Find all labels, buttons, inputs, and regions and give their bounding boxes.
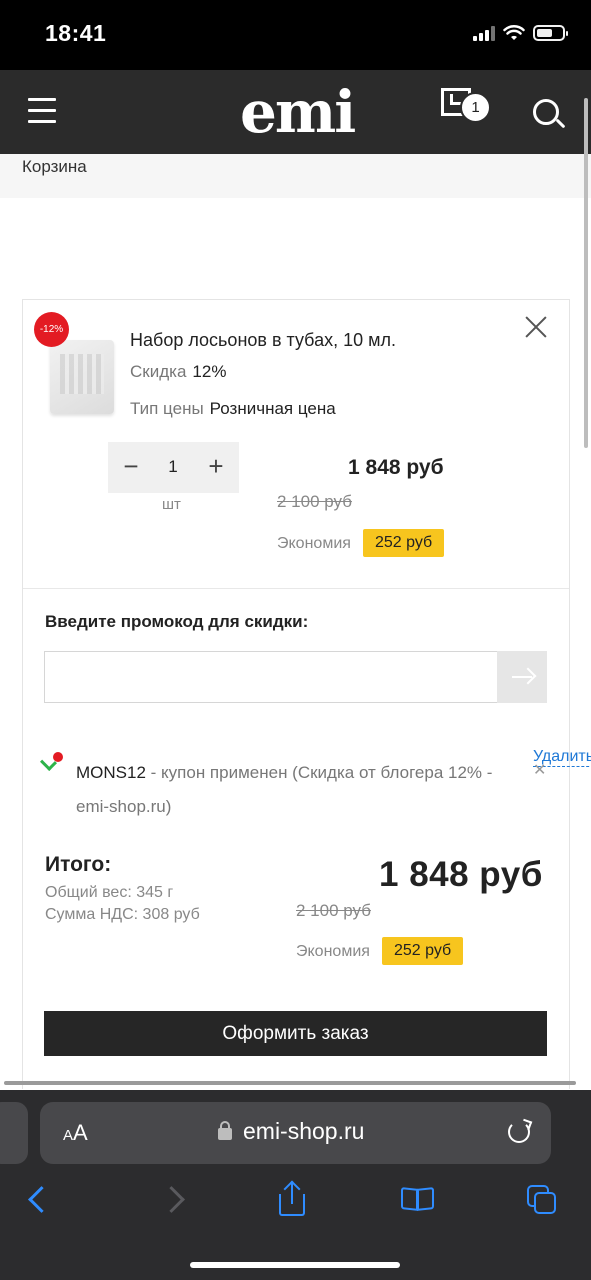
promo-label: Введите промокод для скидки:: [45, 612, 309, 631]
item-price: 1 848 руб: [348, 456, 444, 479]
item-savings-label: Экономия: [277, 535, 351, 552]
price-type-row: Тип цены Розничная цена: [130, 399, 336, 419]
remove-item-close-icon[interactable]: [524, 315, 548, 339]
breadcrumb-bar: [0, 154, 591, 198]
quantity-unit: шт: [162, 496, 181, 513]
discount-row: Скидка 12%: [130, 362, 226, 382]
forward-icon[interactable]: [158, 1182, 194, 1218]
bookmarks-icon[interactable]: [400, 1182, 436, 1218]
search-icon[interactable]: [533, 99, 559, 125]
url-text[interactable]: emi-shop.ru: [243, 1118, 364, 1145]
item-old-price: 2 100 руб: [277, 492, 352, 511]
battery-icon: [533, 25, 568, 41]
reader-aa-button[interactable]: AA: [63, 1120, 88, 1146]
coupon-applied-icon: [43, 752, 65, 768]
cellular-signal-icon: [473, 25, 495, 41]
cart-count-badge[interactable]: 1: [460, 92, 491, 123]
total-price: 1 848 руб: [379, 855, 543, 894]
reload-icon[interactable]: [508, 1121, 530, 1143]
total-old-price: 2 100 руб: [296, 901, 371, 920]
status-bar: 18:41: [0, 0, 591, 70]
total-label: Итого:: [45, 853, 112, 876]
site-header: emi: [0, 70, 591, 154]
quantity-minus-button[interactable]: −: [120, 451, 142, 481]
quantity-plus-button[interactable]: +: [205, 451, 227, 481]
status-time: 18:41: [45, 20, 107, 46]
price-type-label: Тип цены: [130, 399, 204, 418]
discount-label: Скидка: [130, 362, 187, 381]
total-weight: Общий вес: 345 г: [45, 884, 174, 901]
card-divider: [23, 588, 569, 589]
promo-apply-button[interactable]: [497, 651, 547, 703]
back-icon[interactable]: [24, 1182, 60, 1218]
coupon-status: MONS12 - купон применен (Скидка от блоге…: [76, 756, 496, 824]
coupon-remove-icon[interactable]: ✕: [533, 760, 546, 780]
checkout-button[interactable]: Оформить заказ: [44, 1011, 547, 1056]
total-savings-label: Экономия: [296, 943, 370, 960]
home-indicator: [190, 1262, 400, 1268]
breadcrumb: Корзина: [22, 157, 87, 176]
wifi-icon: [503, 25, 525, 40]
lock-icon: [218, 1121, 232, 1140]
discount-badge: -12%: [34, 312, 69, 347]
coupon-code: MONS12: [76, 763, 146, 782]
menu-icon[interactable]: [28, 98, 56, 124]
product-title[interactable]: Набор лосьонов в тубах, 10 мл.: [130, 330, 396, 351]
total-vat: Сумма НДС: 308 руб: [45, 906, 200, 923]
price-type-value: Розничная цена: [209, 399, 336, 418]
quantity-value[interactable]: 1: [158, 457, 188, 477]
share-icon[interactable]: [276, 1180, 312, 1218]
horizontal-scrollbar[interactable]: [4, 1081, 576, 1085]
previous-tab-preview[interactable]: [0, 1102, 28, 1164]
total-savings-badge: 252 руб: [382, 937, 464, 965]
item-savings-badge: 252 руб: [363, 529, 445, 557]
discount-value: 12%: [192, 362, 227, 381]
vertical-scrollbar[interactable]: [584, 98, 588, 448]
site-logo[interactable]: emi: [240, 78, 356, 146]
promo-code-input[interactable]: [44, 651, 498, 703]
quantity-stepper: − 1 +: [108, 442, 239, 493]
tabs-icon[interactable]: [524, 1182, 560, 1218]
